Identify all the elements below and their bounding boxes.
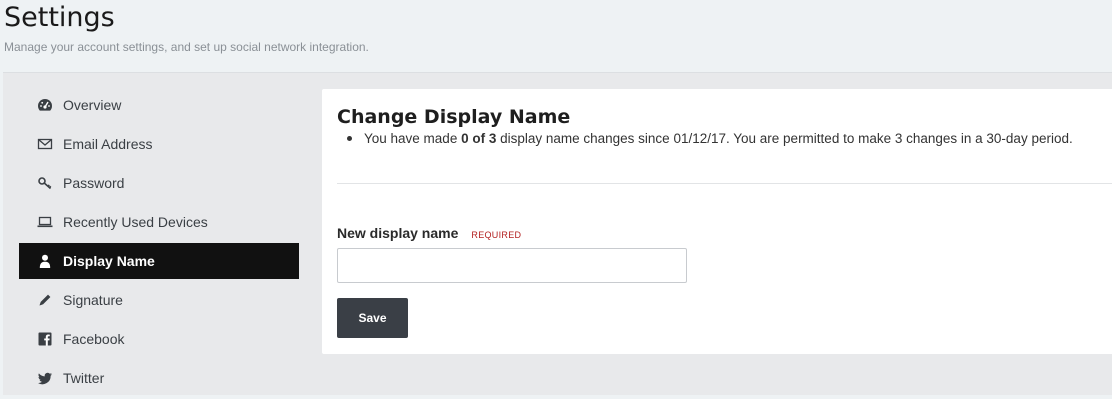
facebook-icon xyxy=(36,330,54,348)
sidebar-item-label: Email Address xyxy=(63,136,153,152)
user-icon xyxy=(36,252,54,270)
laptop-icon xyxy=(36,213,54,231)
name-change-limit-note: You have made 0 of 3 display name change… xyxy=(347,131,1073,146)
sidebar-item-signature[interactable]: Signature xyxy=(19,282,299,318)
pencil-icon xyxy=(36,291,54,309)
sidebar-item-recently-used-devices[interactable]: Recently Used Devices xyxy=(19,204,299,240)
sidebar-item-label: Signature xyxy=(63,292,123,308)
sidebar-item-label: Recently Used Devices xyxy=(63,214,208,230)
twitter-icon xyxy=(36,369,54,387)
save-button[interactable]: Save xyxy=(337,298,408,338)
settings-sidebar: Overview Email Address Password Recently… xyxy=(19,87,299,399)
envelope-icon xyxy=(36,135,54,153)
sidebar-item-email-address[interactable]: Email Address xyxy=(19,126,299,162)
key-icon xyxy=(36,174,54,192)
sidebar-item-overview[interactable]: Overview xyxy=(19,87,299,123)
display-name-label-text: New display name xyxy=(337,225,459,241)
display-name-label: New display name REQUIRED xyxy=(337,225,521,241)
page-header: Settings Manage your account settings, a… xyxy=(0,0,1112,72)
page-title: Settings xyxy=(4,2,115,33)
bullet-icon xyxy=(347,136,352,141)
sidebar-item-label: Twitter xyxy=(63,370,105,386)
sidebar-item-facebook[interactable]: Facebook xyxy=(19,321,299,357)
settings-content: Overview Email Address Password Recently… xyxy=(3,72,1112,395)
panel-title: Change Display Name xyxy=(337,106,571,128)
change-display-name-panel: Change Display Name You have made 0 of 3… xyxy=(322,89,1112,354)
page-subtitle: Manage your account settings, and set up… xyxy=(4,40,369,54)
display-name-input[interactable] xyxy=(337,248,687,283)
sidebar-item-label: Overview xyxy=(63,97,122,113)
panel-divider xyxy=(337,183,1112,184)
sidebar-item-display-name[interactable]: Display Name xyxy=(19,243,299,279)
required-tag: REQUIRED xyxy=(471,230,522,240)
dashboard-icon xyxy=(36,96,54,114)
sidebar-item-password[interactable]: Password xyxy=(19,165,299,201)
note-count: 0 of 3 xyxy=(461,131,497,146)
sidebar-item-twitter[interactable]: Twitter xyxy=(19,360,299,396)
note-suffix: display name changes since 01/12/17. You… xyxy=(496,131,1073,146)
sidebar-item-label: Facebook xyxy=(63,331,125,347)
sidebar-item-label: Display Name xyxy=(63,253,155,269)
sidebar-item-label: Password xyxy=(63,175,125,191)
note-prefix: You have made xyxy=(364,131,462,146)
